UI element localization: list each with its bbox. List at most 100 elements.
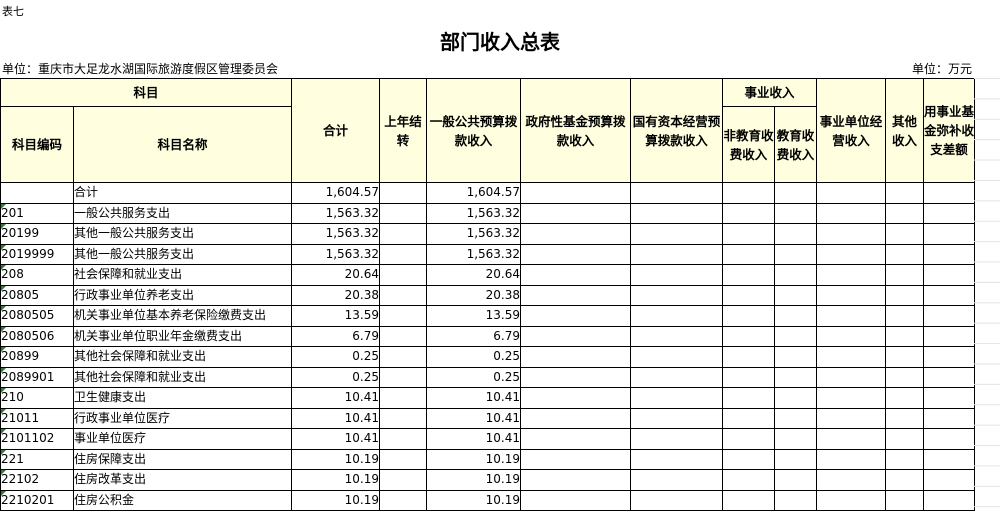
cell-empty[interactable] bbox=[379, 448, 428, 470]
cell-empty[interactable] bbox=[630, 284, 724, 306]
cell-empty[interactable] bbox=[520, 284, 632, 306]
cell-code[interactable]: 221 bbox=[0, 448, 74, 470]
cell-empty[interactable] bbox=[379, 407, 428, 429]
cell-empty[interactable] bbox=[520, 407, 632, 429]
cell-empty[interactable] bbox=[816, 366, 887, 388]
cell-empty[interactable] bbox=[630, 346, 724, 368]
cell-empty[interactable] bbox=[520, 325, 632, 347]
cell-empty[interactable] bbox=[630, 223, 724, 245]
cell-empty[interactable] bbox=[520, 182, 632, 204]
cell-name[interactable]: 住房公积金 bbox=[72, 489, 293, 511]
cell-empty[interactable] bbox=[722, 305, 776, 327]
cell-empty[interactable] bbox=[774, 448, 818, 470]
cell-empty[interactable] bbox=[379, 489, 428, 511]
cell-name[interactable]: 行政事业单位医疗 bbox=[72, 407, 293, 429]
cell-general[interactable]: 13.59 bbox=[426, 305, 522, 327]
cell-empty[interactable] bbox=[885, 407, 925, 429]
cell-empty[interactable] bbox=[722, 366, 776, 388]
cell-empty[interactable] bbox=[816, 387, 887, 409]
cell-empty[interactable] bbox=[774, 284, 818, 306]
cell-empty[interactable] bbox=[722, 489, 776, 511]
cell-code[interactable]: 2089901 bbox=[0, 366, 74, 388]
cell-empty[interactable] bbox=[816, 202, 887, 224]
cell-name[interactable]: 机关事业单位职业年金缴费支出 bbox=[72, 325, 293, 347]
cell-empty[interactable] bbox=[379, 387, 428, 409]
cell-total[interactable]: 10.19 bbox=[291, 489, 381, 511]
cell-empty[interactable] bbox=[885, 182, 925, 204]
cell-empty[interactable] bbox=[379, 243, 428, 265]
cell-general[interactable]: 10.19 bbox=[426, 489, 522, 511]
cell-name[interactable]: 其他社会保障和就业支出 bbox=[72, 346, 293, 368]
cell-empty[interactable] bbox=[379, 366, 428, 388]
cell-empty[interactable] bbox=[923, 489, 976, 511]
cell-empty[interactable] bbox=[630, 366, 724, 388]
cell-total[interactable]: 10.19 bbox=[291, 448, 381, 470]
cell-empty[interactable] bbox=[379, 202, 428, 224]
cell-empty[interactable] bbox=[722, 284, 776, 306]
cell-empty[interactable] bbox=[816, 346, 887, 368]
cell-general[interactable]: 0.25 bbox=[426, 366, 522, 388]
cell-total[interactable]: 10.41 bbox=[291, 387, 381, 409]
cell-empty[interactable] bbox=[774, 243, 818, 265]
cell-empty[interactable] bbox=[630, 469, 724, 491]
cell-empty[interactable] bbox=[885, 346, 925, 368]
cell-empty[interactable] bbox=[520, 223, 632, 245]
cell-empty[interactable] bbox=[379, 182, 428, 204]
cell-empty[interactable] bbox=[379, 284, 428, 306]
cell-empty[interactable] bbox=[923, 243, 976, 265]
cell-total[interactable]: 20.38 bbox=[291, 284, 381, 306]
cell-empty[interactable] bbox=[774, 407, 818, 429]
cell-empty[interactable] bbox=[885, 264, 925, 286]
cell-empty[interactable] bbox=[630, 428, 724, 450]
cell-empty[interactable] bbox=[722, 448, 776, 470]
cell-code[interactable]: 2080506 bbox=[0, 325, 74, 347]
cell-empty[interactable] bbox=[774, 469, 818, 491]
cell-code[interactable]: 201 bbox=[0, 202, 74, 224]
cell-empty[interactable] bbox=[722, 202, 776, 224]
cell-empty[interactable] bbox=[923, 264, 976, 286]
cell-empty[interactable] bbox=[520, 469, 632, 491]
cell-empty[interactable] bbox=[722, 469, 776, 491]
cell-name[interactable]: 卫生健康支出 bbox=[72, 387, 293, 409]
cell-empty[interactable] bbox=[816, 489, 887, 511]
cell-code[interactable]: 208 bbox=[0, 264, 74, 286]
cell-empty[interactable] bbox=[816, 223, 887, 245]
cell-empty[interactable] bbox=[816, 428, 887, 450]
cell-code[interactable]: 2101102 bbox=[0, 428, 74, 450]
cell-empty[interactable] bbox=[816, 469, 887, 491]
cell-empty[interactable] bbox=[816, 325, 887, 347]
cell-general[interactable]: 10.41 bbox=[426, 407, 522, 429]
cell-empty[interactable] bbox=[520, 264, 632, 286]
cell-empty[interactable] bbox=[630, 448, 724, 470]
cell-general[interactable]: 10.19 bbox=[426, 469, 522, 491]
cell-empty[interactable] bbox=[774, 202, 818, 224]
cell-empty[interactable] bbox=[816, 182, 887, 204]
cell-total[interactable]: 20.64 bbox=[291, 264, 381, 286]
cell-empty[interactable] bbox=[923, 305, 976, 327]
cell-name[interactable]: 其他社会保障和就业支出 bbox=[72, 366, 293, 388]
cell-general[interactable]: 1,563.32 bbox=[426, 202, 522, 224]
cell-general[interactable]: 1,563.32 bbox=[426, 243, 522, 265]
cell-empty[interactable] bbox=[630, 489, 724, 511]
cell-empty[interactable] bbox=[885, 366, 925, 388]
cell-empty[interactable] bbox=[816, 264, 887, 286]
cell-total[interactable]: 10.41 bbox=[291, 428, 381, 450]
cell-code[interactable] bbox=[0, 182, 74, 204]
cell-empty[interactable] bbox=[520, 366, 632, 388]
cell-empty[interactable] bbox=[774, 428, 818, 450]
cell-empty[interactable] bbox=[774, 264, 818, 286]
cell-code[interactable]: 2210201 bbox=[0, 489, 74, 511]
cell-general[interactable]: 20.64 bbox=[426, 264, 522, 286]
cell-empty[interactable] bbox=[885, 202, 925, 224]
cell-empty[interactable] bbox=[816, 284, 887, 306]
cell-code[interactable]: 210 bbox=[0, 387, 74, 409]
cell-general[interactable]: 20.38 bbox=[426, 284, 522, 306]
cell-empty[interactable] bbox=[520, 305, 632, 327]
cell-empty[interactable] bbox=[379, 264, 428, 286]
cell-empty[interactable] bbox=[379, 305, 428, 327]
cell-empty[interactable] bbox=[816, 407, 887, 429]
cell-empty[interactable] bbox=[885, 448, 925, 470]
cell-empty[interactable] bbox=[722, 407, 776, 429]
cell-code[interactable]: 2080505 bbox=[0, 305, 74, 327]
cell-empty[interactable] bbox=[722, 182, 776, 204]
